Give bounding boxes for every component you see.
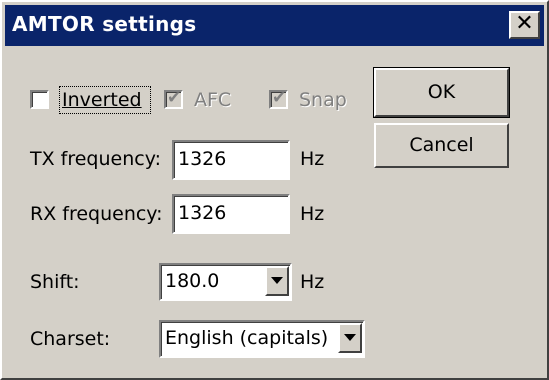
inverted-label[interactable]: Inverted — [62, 89, 142, 111]
tx-frequency-label: TX frequency: — [30, 148, 161, 170]
snap-checkbox[interactable]: ✔ — [269, 88, 288, 109]
checkmark-icon: ✔ — [167, 88, 182, 108]
charset-dropdown-button[interactable] — [338, 323, 362, 353]
window-title: AMTOR settings — [12, 12, 197, 36]
charset-value: English (capitals) — [165, 327, 329, 349]
close-button[interactable]: ✕ — [509, 11, 540, 39]
tx-frequency-input[interactable]: 1326 — [172, 140, 290, 180]
charset-select[interactable]: English (capitals) — [159, 320, 365, 358]
chevron-down-icon — [271, 277, 283, 284]
close-icon: ✕ — [515, 11, 534, 36]
cancel-button[interactable]: Cancel — [374, 123, 509, 168]
rx-frequency-input[interactable]: 1326 — [172, 194, 290, 234]
tx-frequency-unit: Hz — [300, 148, 325, 170]
shift-dropdown-button[interactable] — [265, 266, 289, 296]
amtor-settings-dialog: AMTOR settings ✕ Inverted ✔ AFC ✔ Snap O… — [0, 0, 549, 380]
ok-button[interactable]: OK — [373, 67, 510, 118]
checkmark-icon: ✔ — [272, 88, 287, 108]
title-bar[interactable]: AMTOR settings ✕ — [5, 5, 544, 46]
chevron-down-icon — [344, 334, 356, 341]
charset-label: Charset: — [30, 328, 111, 350]
rx-frequency-unit: Hz — [300, 203, 325, 225]
afc-checkbox[interactable]: ✔ — [164, 88, 183, 109]
rx-frequency-label: RX frequency: — [30, 203, 163, 225]
shift-value: 180.0 — [165, 270, 220, 292]
afc-label: AFC — [194, 89, 232, 111]
snap-label: Snap — [299, 89, 347, 111]
inverted-label-text: Inverted — [62, 89, 142, 111]
shift-label: Shift: — [30, 271, 80, 293]
inverted-checkbox[interactable] — [30, 90, 49, 109]
shift-select[interactable]: 180.0 — [159, 263, 292, 301]
shift-unit: Hz — [300, 271, 325, 293]
